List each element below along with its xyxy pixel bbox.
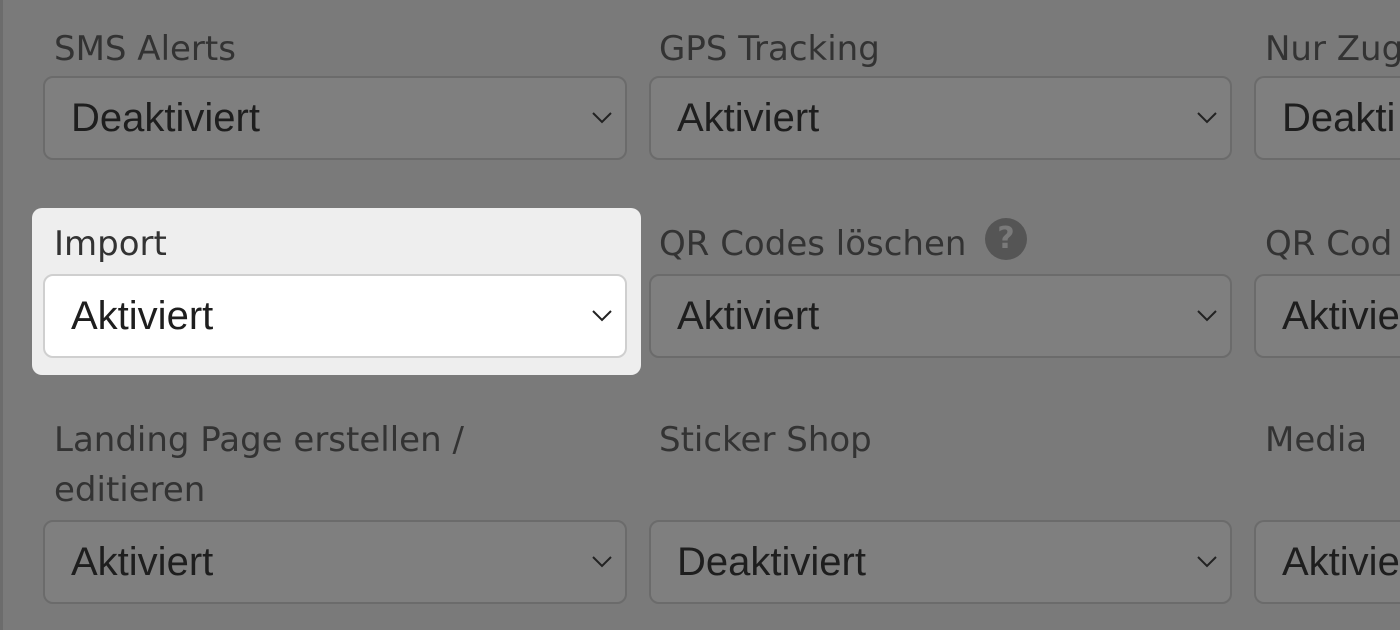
qr-codes-loeschen-value: Aktiviert bbox=[677, 294, 820, 338]
chevron-down-icon bbox=[1197, 112, 1217, 124]
landing-page-value: Aktiviert bbox=[71, 540, 214, 584]
media-label: Media bbox=[1265, 420, 1368, 460]
nur-zug-select[interactable]: Deakti bbox=[1254, 76, 1400, 160]
sms-alerts-value: Deaktiviert bbox=[71, 96, 260, 140]
chevron-down-icon bbox=[592, 310, 612, 322]
qr-cod-label: QR Cod bbox=[1265, 224, 1393, 264]
chevron-down-icon bbox=[1197, 556, 1217, 568]
sticker-shop-label: Sticker Shop bbox=[659, 420, 872, 460]
sms-alerts-select[interactable]: Deaktiviert bbox=[43, 76, 627, 160]
qr-codes-loeschen-select[interactable]: Aktiviert bbox=[649, 274, 1232, 358]
import-value: Aktiviert bbox=[71, 294, 214, 338]
chevron-down-icon bbox=[1197, 310, 1217, 322]
landing-page-label: Landing Page erstellen / editieren bbox=[54, 420, 464, 510]
import-select[interactable]: Aktiviert bbox=[43, 274, 627, 358]
landing-page-select[interactable]: Aktiviert bbox=[43, 520, 627, 604]
qr-codes-loeschen-label: QR Codes löschen bbox=[659, 224, 967, 264]
help-icon[interactable]: ? bbox=[985, 218, 1027, 260]
gps-tracking-label: GPS Tracking bbox=[659, 29, 880, 69]
import-label: Import bbox=[54, 224, 167, 264]
gps-tracking-select[interactable]: Aktiviert bbox=[649, 76, 1232, 160]
media-select[interactable]: Aktivie bbox=[1254, 520, 1400, 604]
page-left-edge bbox=[0, 0, 3, 630]
sticker-shop-select[interactable]: Deaktiviert bbox=[649, 520, 1232, 604]
sms-alerts-label: SMS Alerts bbox=[54, 29, 236, 69]
media-value: Aktivie bbox=[1282, 540, 1400, 584]
gps-tracking-value: Aktiviert bbox=[677, 96, 820, 140]
nur-zug-value: Deakti bbox=[1282, 96, 1396, 140]
qr-cod-select[interactable]: Aktivie bbox=[1254, 274, 1400, 358]
sticker-shop-value: Deaktiviert bbox=[677, 540, 866, 584]
qr-cod-value: Aktivie bbox=[1282, 294, 1400, 338]
chevron-down-icon bbox=[592, 556, 612, 568]
chevron-down-icon bbox=[592, 112, 612, 124]
nur-zug-label: Nur Zug bbox=[1265, 29, 1400, 69]
